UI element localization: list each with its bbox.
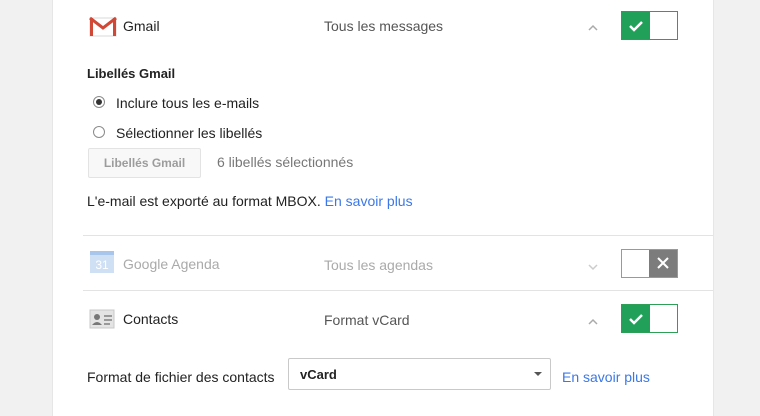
contacts-toggle[interactable] [621,304,678,333]
calendar-toggle[interactable] [621,249,678,278]
service-row-calendar: 31 Google Agenda Tous les agendas [53,236,713,290]
svg-text:31: 31 [95,258,109,272]
close-icon [657,257,669,269]
chevron-down-icon[interactable] [587,259,599,271]
radio-button[interactable] [93,126,105,138]
service-name: Contacts [123,311,179,327]
service-name: Google Agenda [123,256,220,272]
service-description: Tous les messages [324,18,444,34]
contacts-format-label: Format de fichier des contacts [87,369,275,385]
calendar-icon: 31 [89,250,117,274]
toggle-on-indicator [622,12,650,39]
export-panel: Gmail Tous les messages Libellés Gmail I… [52,0,714,416]
radio-label: Sélectionner les libellés [116,125,263,141]
contacts-icon [89,307,117,331]
service-description: Tous les agendas [324,257,433,273]
check-icon [629,21,643,32]
service-description: Format vCard [324,312,410,328]
chevron-up-icon[interactable] [587,20,599,31]
check-icon [629,314,643,325]
export-format-note: L'e-mail est exporté au format MBOX. En … [87,193,413,209]
gmail-labels-heading: Libellés Gmail [87,66,176,81]
gmail-icon [89,14,117,38]
service-row-contacts: Contacts Format vCard [53,291,713,345]
learn-more-link[interactable]: En savoir plus [325,193,413,209]
radio-button[interactable] [93,96,105,108]
dropdown-arrow-icon [534,372,542,376]
gmail-labels-button[interactable]: Libellés Gmail [88,148,201,178]
service-name: Gmail [123,18,160,34]
gmail-toggle[interactable] [621,11,678,40]
selected-labels-count: 6 libellés sélectionnés [217,154,354,170]
contacts-format-select[interactable]: vCard [288,358,551,390]
toggle-off-indicator [649,250,677,277]
service-row-gmail: Gmail Tous les messages [53,0,713,54]
radio-label: Inclure tous les e-mails [116,95,260,111]
select-value: vCard [300,367,337,382]
export-note-text: L'e-mail est exporté au format MBOX. [87,193,321,209]
toggle-on-indicator [622,305,650,332]
learn-more-link[interactable]: En savoir plus [562,369,650,385]
chevron-up-icon[interactable] [587,314,599,325]
